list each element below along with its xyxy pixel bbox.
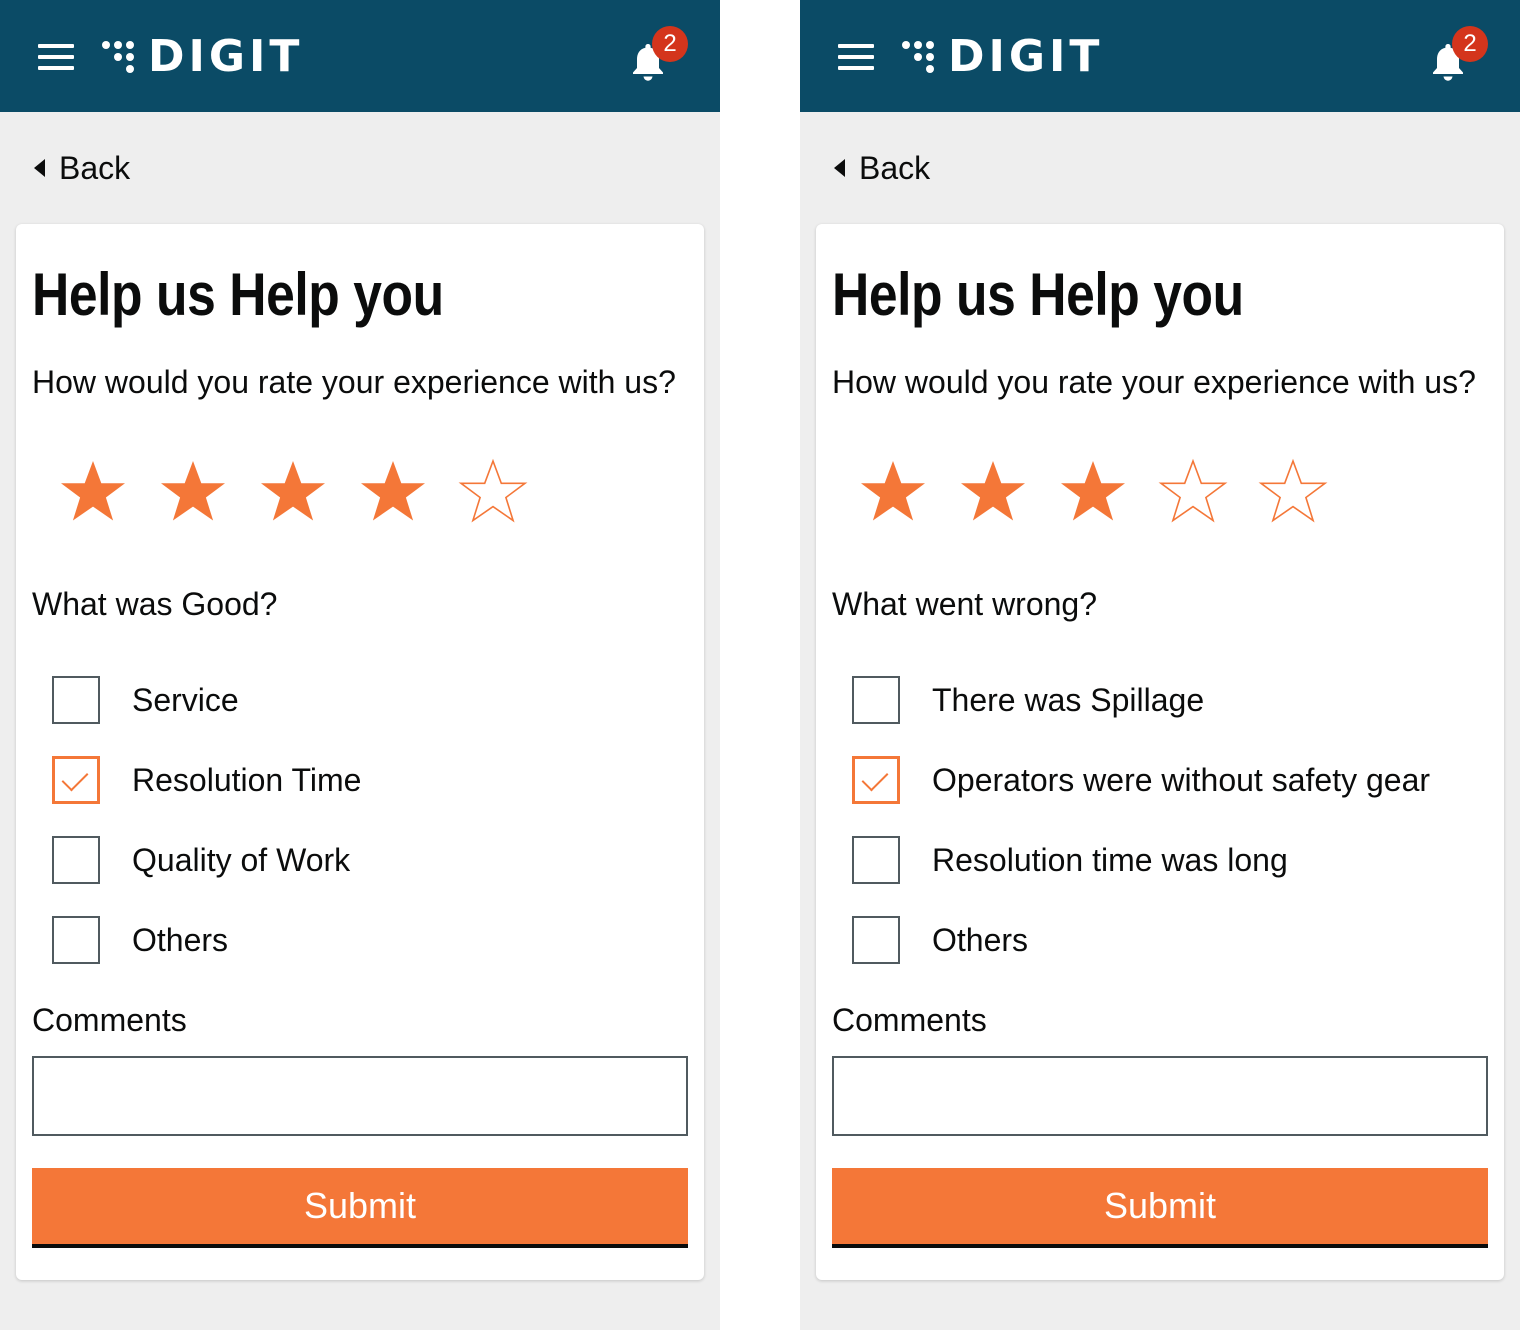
option-label: Service (132, 681, 239, 718)
digit-logo: DIGIT (902, 34, 1103, 80)
option-service[interactable]: Service (52, 676, 239, 724)
page-title: Help us Help you (832, 261, 1244, 328)
checkmark-icon (61, 764, 89, 792)
notification-badge: 2 (1452, 26, 1488, 62)
star-filled-icon[interactable] (56, 456, 130, 530)
checkmark-icon (861, 764, 889, 792)
star-filled-icon[interactable] (856, 456, 930, 530)
option-long-resolution-time[interactable]: Resolution time was long (852, 836, 1288, 884)
logo-text: DIGIT (148, 31, 304, 82)
star-rating (56, 456, 576, 536)
comments-input[interactable] (832, 1056, 1488, 1136)
feedback-screen-wrong: DIGIT 2 Back Help us Help you How would … (800, 0, 1520, 1330)
submit-button[interactable]: Submit (32, 1168, 688, 1248)
option-quality-of-work[interactable]: Quality of Work (52, 836, 350, 884)
logo-mark-icon (902, 37, 936, 77)
checkbox[interactable] (52, 756, 100, 804)
back-label: Back (859, 149, 931, 186)
feedback-card: Help us Help you How would you rate your… (16, 224, 704, 1280)
option-label: Operators were without safety gear (932, 761, 1431, 798)
option-label: Quality of Work (132, 841, 351, 878)
option-spillage[interactable]: There was Spillage (852, 676, 1204, 724)
rating-question: How would you rate your experience with … (32, 364, 676, 400)
star-filled-icon[interactable] (1056, 456, 1130, 530)
star-rating (856, 456, 1376, 536)
notification-badge: 2 (652, 26, 688, 62)
back-link[interactable]: Back (34, 148, 130, 188)
checkbox[interactable] (52, 836, 100, 884)
logo-text: DIGIT (948, 31, 1104, 82)
submit-button[interactable]: Submit (832, 1168, 1488, 1248)
digit-logo: DIGIT (102, 34, 303, 80)
star-filled-icon[interactable] (956, 456, 1030, 530)
option-label: Others (132, 921, 229, 958)
back-arrow-icon (834, 159, 845, 177)
star-filled-icon[interactable] (356, 456, 430, 530)
checkbox[interactable] (52, 676, 100, 724)
star-empty-icon[interactable] (1156, 456, 1230, 530)
logo-mark-icon (102, 37, 136, 77)
option-others[interactable]: Others (52, 916, 228, 964)
top-bar: DIGIT 2 (0, 0, 720, 112)
comments-label: Comments (32, 1002, 187, 1038)
hamburger-icon[interactable] (38, 44, 74, 70)
feedback-card: Help us Help you How would you rate your… (816, 224, 1504, 1280)
back-label: Back (59, 149, 131, 186)
option-label: There was Spillage (932, 681, 1205, 718)
checklist-heading: What was Good? (32, 586, 278, 622)
star-filled-icon[interactable] (256, 456, 330, 530)
checkbox[interactable] (852, 836, 900, 884)
page-title: Help us Help you (32, 261, 444, 328)
feedback-screen-good: DIGIT 2 Back Help us Help you How would … (0, 0, 720, 1330)
back-arrow-icon (34, 159, 45, 177)
checkbox[interactable] (852, 756, 900, 804)
option-resolution-time[interactable]: Resolution Time (52, 756, 361, 804)
checkbox[interactable] (52, 916, 100, 964)
comments-label: Comments (832, 1002, 987, 1038)
option-label: Resolution time was long (932, 841, 1288, 878)
star-empty-icon[interactable] (456, 456, 530, 530)
checklist-heading: What went wrong? (832, 586, 1098, 622)
rating-question: How would you rate your experience with … (832, 364, 1476, 400)
star-empty-icon[interactable] (1256, 456, 1330, 530)
option-label: Others (932, 921, 1029, 958)
star-filled-icon[interactable] (156, 456, 230, 530)
checkbox[interactable] (852, 916, 900, 964)
option-no-safety-gear[interactable]: Operators were without safety gear (852, 756, 1430, 804)
checkbox[interactable] (852, 676, 900, 724)
option-label: Resolution Time (132, 761, 362, 798)
back-link[interactable]: Back (834, 148, 930, 188)
comments-input[interactable] (32, 1056, 688, 1136)
top-bar: DIGIT 2 (800, 0, 1520, 112)
option-others[interactable]: Others (852, 916, 1028, 964)
hamburger-icon[interactable] (838, 44, 874, 70)
